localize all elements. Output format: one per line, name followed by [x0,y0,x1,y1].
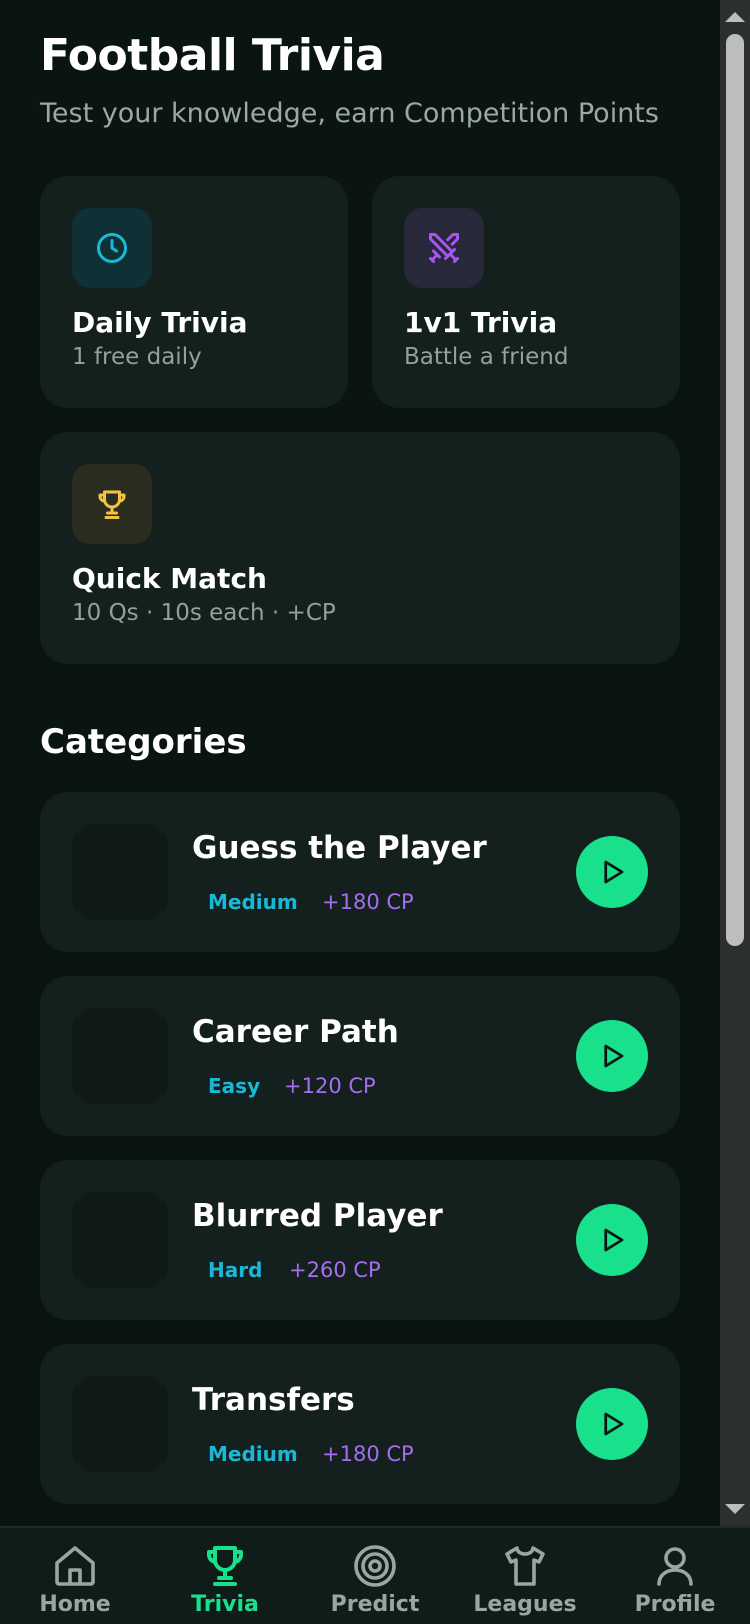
nav-label: Predict [330,1592,420,1617]
difficulty-badge: Easy [208,1074,261,1098]
scroll-viewport[interactable]: Football Trivia Test your knowledge, ear… [0,0,720,1526]
bottom-navigation: Home Trivia Predict Leagues Profile [0,1526,750,1624]
quick-match-subtitle: 10 Qs · 10s each · +CP [72,600,336,626]
difficulty-badge: Hard [208,1258,263,1282]
category-title: Blurred Player [192,1198,443,1234]
nav-item-leagues[interactable]: Leagues [450,1542,600,1617]
difficulty-badge: Medium [208,1442,298,1466]
cp-reward: +260 CP [289,1258,381,1282]
category-thumbnail [72,824,168,920]
play-button[interactable] [576,836,648,908]
crossed-swords-icon [404,208,484,288]
scroll-down-arrow-icon[interactable] [725,1504,745,1514]
page-subtitle: Test your knowledge, earn Competition Po… [40,98,659,129]
cp-reward: +120 CP [284,1074,376,1098]
nav-label: Home [39,1592,111,1617]
trophy-icon [72,464,152,544]
page-title: Football Trivia [40,30,385,81]
home-icon [55,1546,95,1586]
nav-item-trivia[interactable]: Trivia [150,1542,300,1617]
play-icon [604,1412,624,1436]
scrollbar-thumb[interactable] [726,34,744,946]
user-icon [657,1547,693,1586]
category-title: Transfers [192,1382,355,1418]
category-thumbnail [72,1008,168,1104]
play-button[interactable] [576,1388,648,1460]
daily-trivia-card[interactable]: Daily Trivia 1 free daily [40,176,348,408]
1v1-trivia-card[interactable]: 1v1 Trivia Battle a friend [372,176,680,408]
1v1-trivia-subtitle: Battle a friend [404,344,569,370]
category-card-transfers[interactable]: Transfers Medium +180 CP [40,1344,680,1504]
scroll-up-arrow-icon[interactable] [725,12,745,22]
category-card-career-path[interactable]: Career Path Easy +120 CP [40,976,680,1136]
category-title: Guess the Player [192,830,487,866]
play-icon [604,860,624,884]
daily-trivia-title: Daily Trivia [72,306,248,339]
target-icon [354,1545,396,1587]
category-thumbnail [72,1376,168,1472]
quick-match-title: Quick Match [72,562,267,595]
clock-icon [72,208,152,288]
nav-label: Trivia [191,1592,259,1617]
trophy-icon [207,1546,243,1586]
vertical-scrollbar[interactable] [720,0,750,1526]
cp-reward: +180 CP [322,1442,414,1466]
quick-match-card[interactable]: Quick Match 10 Qs · 10s each · +CP [40,432,680,664]
nav-item-home[interactable]: Home [0,1542,150,1617]
1v1-trivia-title: 1v1 Trivia [404,306,558,339]
nav-item-profile[interactable]: Profile [600,1542,750,1617]
nav-label: Profile [634,1592,716,1617]
play-icon [604,1044,624,1068]
category-card-blurred-player[interactable]: Blurred Player Hard +260 CP [40,1160,680,1320]
play-button[interactable] [576,1204,648,1276]
difficulty-badge: Medium [208,890,298,914]
category-thumbnail [72,1192,168,1288]
category-card-guess-the-player[interactable]: Guess the Player Medium +180 CP [40,792,680,952]
play-icon [604,1228,624,1252]
nav-item-predict[interactable]: Predict [300,1542,450,1617]
cp-reward: +180 CP [322,890,414,914]
daily-trivia-subtitle: 1 free daily [72,344,202,370]
shirt-icon [505,1546,545,1586]
categories-heading: Categories [40,722,247,762]
play-button[interactable] [576,1020,648,1092]
nav-label: Leagues [473,1592,577,1617]
category-title: Career Path [192,1014,399,1050]
